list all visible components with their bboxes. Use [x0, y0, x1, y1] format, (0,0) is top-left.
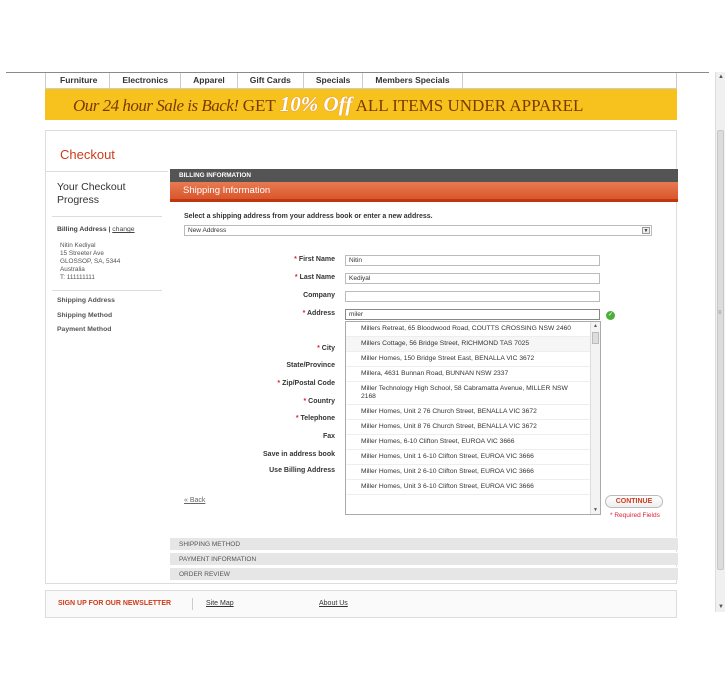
site-map-link[interactable]: Site Map: [206, 600, 234, 607]
address-line: Australia: [60, 266, 85, 273]
payment-information-bar[interactable]: PAYMENT INFORMATION: [170, 552, 678, 565]
label-text: Country: [308, 398, 335, 405]
label-text: State/Province: [286, 362, 335, 369]
label-text: Save in address book: [263, 451, 335, 458]
newsletter-signup[interactable]: SIGN UP FOR OUR NEWSLETTER: [58, 600, 171, 607]
required-fields-note: * Required Fields: [610, 512, 660, 519]
banner-text: Our 24 hour Sale is Back! GET 10% Off AL…: [73, 91, 583, 119]
label-text: Zip/Postal Code: [282, 380, 335, 387]
banner-scope: ALL ITEMS UNDER APPAREL: [355, 96, 584, 115]
step-shipping-method: Shipping Method: [57, 312, 113, 319]
order-review-bar[interactable]: ORDER REVIEW: [170, 567, 678, 580]
checkout-steps: BILLING INFORMATION Shipping Information…: [170, 169, 678, 580]
billing-address: Nitin Kediyal 15 Streeter Ave GLOSSOP, S…: [60, 242, 160, 282]
suggestion-item[interactable]: Miller Homes, 150 Bridge Street East, BE…: [346, 352, 600, 367]
required-star: *: [294, 274, 298, 281]
required-star: *: [317, 345, 320, 352]
step-payment-method: Payment Method: [57, 326, 112, 333]
scroll-down-icon[interactable]: ▼: [593, 507, 598, 513]
banner-headline: Our 24 hour Sale is Back!: [73, 96, 239, 115]
nav-members-specials[interactable]: Members Specials: [363, 73, 463, 88]
top-nav: Furniture Electronics Apparel Gift Cards…: [45, 73, 677, 89]
address-line: GLOSSOP, SA, 5344: [60, 258, 121, 265]
shipping-information-bar: Shipping Information: [170, 182, 678, 202]
back-link[interactable]: « Back: [184, 497, 205, 504]
suggestion-item[interactable]: Miller Homes, Unit 8 76 Church Street, B…: [346, 420, 600, 435]
label-text: Fax: [322, 433, 335, 440]
page-scrollbar[interactable]: ▲ ≡ ▼: [715, 72, 725, 612]
address-suggestions[interactable]: Millers Retreat, 65 Bloodwood Road, COUT…: [345, 321, 601, 515]
suggestion-item[interactable]: Millera, 4631 Bunnan Road, BUNNAN NSW 23…: [346, 367, 600, 382]
billing-address-label: Billing Address |: [57, 226, 111, 233]
checkmark-icon: ✓: [606, 311, 615, 320]
nav-apparel[interactable]: Apparel: [181, 73, 238, 88]
suggestion-item[interactable]: Miller Homes, Unit 2 6-10 Clifton Street…: [346, 465, 600, 480]
scrollbar-thumb[interactable]: [717, 130, 724, 570]
scroll-up-icon[interactable]: ▲: [593, 323, 598, 329]
suggestion-item[interactable]: Millers Retreat, 65 Bloodwood Road, COUT…: [346, 322, 600, 337]
suggestions-scrollbar[interactable]: ▲ ▼: [590, 322, 600, 514]
suggestions-scroll-thumb[interactable]: [592, 332, 599, 344]
label-text: Use Billing Address: [269, 467, 335, 474]
store-page: Furniture Electronics Apparel Gift Cards…: [45, 73, 678, 584]
label-text: Company: [303, 292, 335, 299]
suggestion-item[interactable]: Miller Homes, Unit 2 76 Church Street, B…: [346, 405, 600, 420]
footer-divider: [192, 598, 193, 610]
company-field[interactable]: [345, 291, 600, 302]
banner-get: GET: [242, 96, 276, 115]
address-line: T: 111111111: [60, 274, 95, 281]
nav-electronics[interactable]: Electronics: [110, 73, 182, 88]
chevron-down-icon[interactable]: ▼: [642, 227, 650, 234]
suggestion-item[interactable]: Miller Homes, 6-10 Clifton Street, EUROA…: [346, 435, 600, 450]
address-line: 15 Streeter Ave: [60, 250, 104, 257]
required-star: *: [295, 415, 299, 422]
nav-gift-cards[interactable]: Gift Cards: [238, 73, 304, 88]
address-select-value: New Address: [188, 227, 227, 234]
required-star: *: [277, 380, 281, 387]
scroll-up-icon[interactable]: ▲: [718, 74, 724, 80]
label-text: Telephone: [300, 415, 335, 422]
progress-divider: [52, 290, 162, 291]
required-star: *: [303, 398, 307, 405]
suggestion-item[interactable]: Miller Technology High School, 58 Cabram…: [346, 382, 600, 405]
sale-banner[interactable]: Our 24 hour Sale is Back! GET 10% Off AL…: [45, 89, 677, 120]
shipping-method-bar[interactable]: SHIPPING METHOD: [170, 537, 678, 550]
nav-specials[interactable]: Specials: [304, 73, 364, 88]
banner-discount: 10% Off: [279, 92, 353, 116]
suggestion-item[interactable]: Millers Cottage, 56 Bridge Street, RICHM…: [346, 337, 600, 352]
suggestion-item[interactable]: Miller Homes, Unit 3 6-10 Clifton Street…: [346, 480, 600, 495]
address-field[interactable]: miler: [345, 309, 600, 320]
shipping-instruction: Select a shipping address from your addr…: [184, 213, 433, 220]
footer: SIGN UP FOR OUR NEWSLETTER Site Map Abou…: [45, 590, 677, 618]
checkout-panel: Checkout Your Checkout Progress Billing …: [45, 130, 678, 585]
step-shipping-address: Shipping Address: [57, 297, 115, 304]
billing-information-bar[interactable]: BILLING INFORMATION: [170, 169, 678, 182]
nav-furniture[interactable]: Furniture: [46, 73, 111, 88]
billing-address-heading: Billing Address | change: [57, 226, 135, 233]
address-book-select[interactable]: New Address ▼: [184, 225, 652, 236]
scroll-grip-icon: ≡: [718, 310, 722, 316]
scroll-down-icon[interactable]: ▼: [718, 604, 724, 610]
label-text: Last Name: [299, 274, 335, 281]
label-text: First Name: [298, 256, 335, 263]
checkout-progress: Your Checkout Progress Billing Address |…: [46, 171, 168, 585]
required-star: *: [294, 256, 297, 263]
label-text: City: [321, 345, 335, 352]
required-star: *: [302, 310, 306, 317]
progress-divider: [52, 216, 162, 217]
progress-title: Your Checkout Progress: [57, 181, 126, 206]
first-name-field[interactable]: Nitin: [345, 255, 600, 266]
change-link[interactable]: change: [112, 226, 134, 233]
continue-button[interactable]: CONTINUE: [605, 495, 663, 508]
about-us-link[interactable]: About Us: [319, 600, 348, 607]
page-title: Checkout: [60, 147, 115, 162]
last-name-field[interactable]: Kediyal: [345, 273, 600, 284]
label-text: Address: [306, 310, 335, 317]
address-line: Nitin Kediyal: [60, 242, 96, 249]
suggestion-item[interactable]: Miller Homes, Unit 1 6-10 Clifton Street…: [346, 450, 600, 465]
